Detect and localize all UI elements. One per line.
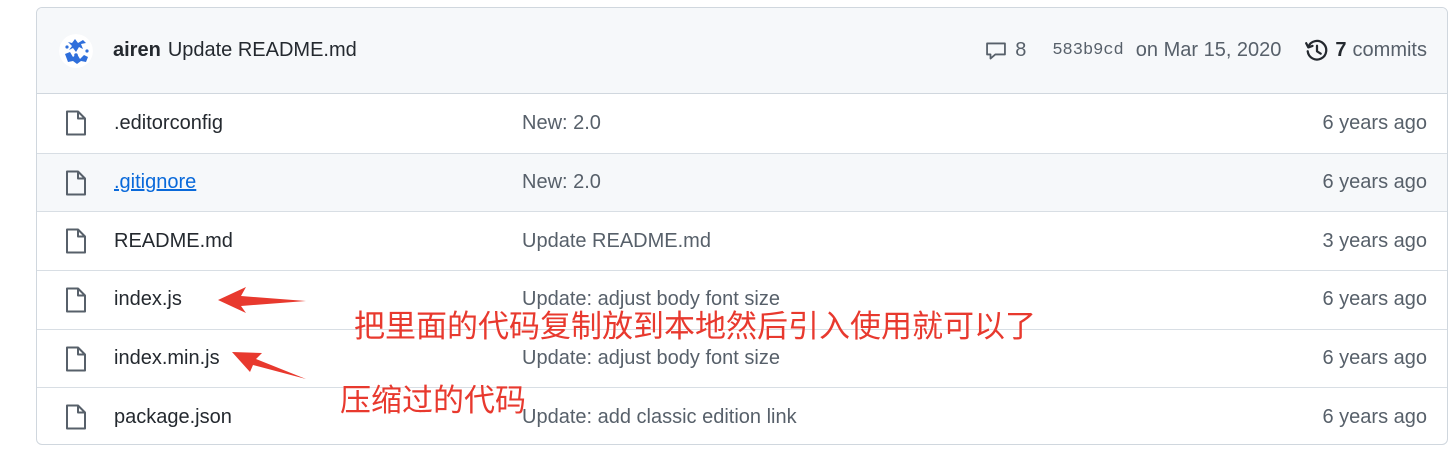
file-icon: [66, 110, 86, 136]
file-row[interactable]: .gitignore New: 2.0 6 years ago: [37, 152, 1447, 212]
file-name-link[interactable]: package.json: [114, 406, 232, 429]
commits-count: 7: [1335, 39, 1347, 61]
file-icon: [66, 287, 86, 313]
file-commit-message-link[interactable]: New: 2.0: [522, 112, 601, 135]
file-icon: [66, 404, 86, 430]
file-row[interactable]: .editorconfig New: 2.0 6 years ago: [37, 94, 1447, 153]
file-commit-age: 6 years ago: [1322, 288, 1427, 311]
file-row[interactable]: package.json Update: add classic edition…: [37, 387, 1447, 444]
file-commit-age: 6 years ago: [1322, 347, 1427, 370]
file-commit-message-link[interactable]: Update: add classic edition link: [522, 406, 797, 429]
file-commit-message-link[interactable]: New: 2.0: [522, 171, 601, 194]
file-commit-message-link[interactable]: Update README.md: [522, 230, 711, 253]
file-icon: [66, 170, 86, 196]
file-commit-age: 3 years ago: [1322, 229, 1427, 252]
file-commit-age: 6 years ago: [1322, 171, 1427, 194]
file-name-link[interactable]: .gitignore: [114, 171, 196, 194]
file-navigation-box: airen Update README.md 8 583b9cd on Mar …: [36, 7, 1448, 445]
file-commit-message-link[interactable]: Update: adjust body font size: [522, 347, 780, 370]
file-name-link[interactable]: README.md: [114, 230, 233, 253]
file-commit-age: 6 years ago: [1322, 405, 1427, 428]
latest-commit-bar: airen Update README.md 8 583b9cd on Mar …: [37, 8, 1447, 94]
comment-icon: [986, 42, 1007, 59]
history-icon: [1305, 39, 1328, 61]
file-name-link[interactable]: index.min.js: [114, 347, 220, 370]
file-name-link[interactable]: index.js: [114, 288, 182, 311]
annotation-minified-note: 压缩过的代码: [340, 383, 526, 419]
commit-message-link[interactable]: Update README.md: [168, 39, 357, 62]
comments-link[interactable]: 8: [985, 39, 1026, 62]
file-icon: [66, 346, 86, 372]
comments-count: 8: [1015, 39, 1027, 61]
commits-label: commits: [1352, 39, 1427, 61]
author-avatar[interactable]: [59, 33, 93, 68]
commits-history-link[interactable]: 7 commits: [1305, 39, 1427, 63]
file-commit-age: 6 years ago: [1322, 111, 1427, 134]
commit-author-link[interactable]: airen: [113, 39, 161, 62]
file-icon: [66, 228, 86, 254]
file-row[interactable]: README.md Update README.md 3 years ago: [37, 211, 1447, 270]
file-list: .editorconfig New: 2.0 6 years ago .giti…: [37, 94, 1447, 444]
file-name-link[interactable]: .editorconfig: [114, 112, 223, 135]
annotation-copy-note: 把里面的代码复制放到本地然后引入使用就可以了: [354, 309, 1036, 345]
commit-date: on Mar 15, 2020: [1135, 39, 1282, 61]
commit-sha-link[interactable]: 583b9cd: [1052, 41, 1123, 60]
